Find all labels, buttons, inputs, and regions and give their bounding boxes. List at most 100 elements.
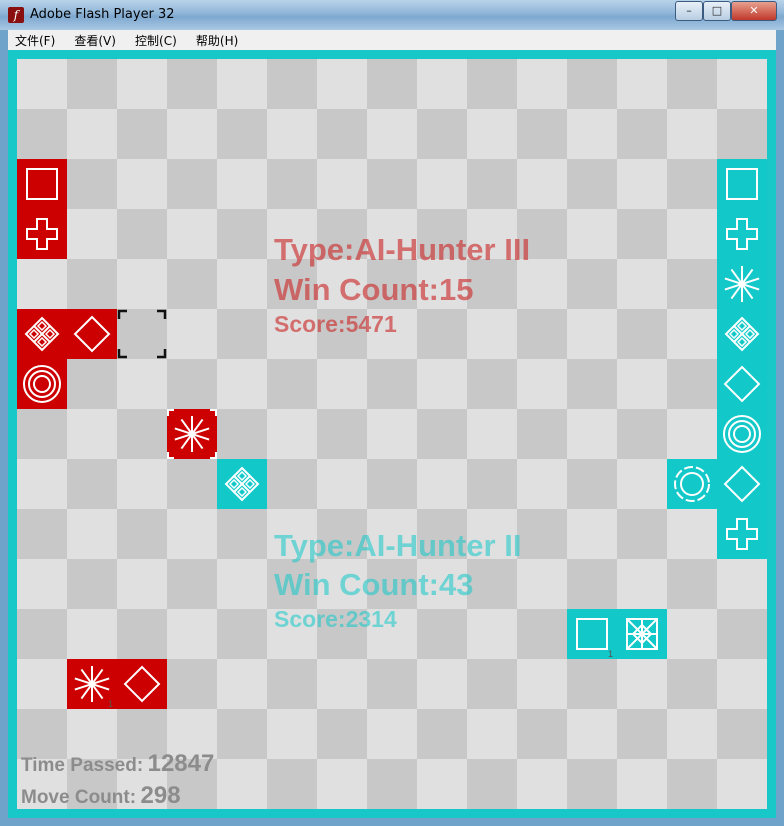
- board-cell[interactable]: [167, 209, 217, 259]
- board-cell[interactable]: [467, 659, 517, 709]
- board-cell[interactable]: [517, 759, 567, 809]
- red-piece[interactable]: [17, 159, 67, 209]
- board-cell[interactable]: [167, 609, 217, 659]
- board-cell[interactable]: [667, 609, 717, 659]
- board-cell[interactable]: [117, 459, 167, 509]
- minimize-button[interactable]: –: [675, 1, 703, 21]
- board-cell[interactable]: [567, 709, 617, 759]
- board-cell[interactable]: [367, 459, 417, 509]
- board-cell[interactable]: [517, 409, 567, 459]
- board-cell[interactable]: [317, 759, 367, 809]
- board-cell[interactable]: [317, 709, 367, 759]
- board-cell[interactable]: [517, 359, 567, 409]
- board-cell[interactable]: [17, 609, 67, 659]
- board-cell[interactable]: [17, 109, 67, 159]
- red-piece[interactable]: [17, 359, 67, 409]
- board-cell[interactable]: [617, 509, 667, 559]
- board-cell[interactable]: [117, 609, 167, 659]
- board-cell[interactable]: [317, 409, 367, 459]
- board-cell[interactable]: [67, 259, 117, 309]
- board-cell[interactable]: [217, 559, 267, 609]
- board-cell[interactable]: [517, 59, 567, 109]
- board-cell[interactable]: [567, 209, 617, 259]
- board-cell[interactable]: [467, 759, 517, 809]
- menu-help[interactable]: 帮助(H): [189, 31, 245, 51]
- board-cell[interactable]: [417, 109, 467, 159]
- board-cell[interactable]: [17, 409, 67, 459]
- board-cell[interactable]: [567, 359, 617, 409]
- board-cell[interactable]: [617, 659, 667, 709]
- board-cell[interactable]: [267, 709, 317, 759]
- board-cell[interactable]: [417, 59, 467, 109]
- board-cell[interactable]: [617, 159, 667, 209]
- board-cell[interactable]: [567, 759, 617, 809]
- board-cell[interactable]: [717, 759, 767, 809]
- board-cell[interactable]: [617, 309, 667, 359]
- board-cell[interactable]: [567, 109, 617, 159]
- board-cell[interactable]: [517, 659, 567, 709]
- board-cell[interactable]: [267, 409, 317, 459]
- board-cell[interactable]: [417, 459, 467, 509]
- board-cell[interactable]: [317, 659, 367, 709]
- board-cell[interactable]: [17, 459, 67, 509]
- cyan-piece[interactable]: [717, 209, 767, 259]
- board-cell[interactable]: [667, 559, 717, 609]
- red-piece[interactable]: 1: [67, 659, 117, 709]
- board-cell[interactable]: [267, 109, 317, 159]
- board-cell[interactable]: [217, 209, 267, 259]
- board-cell[interactable]: [467, 359, 517, 409]
- close-button[interactable]: ✕: [731, 1, 777, 21]
- board-cell[interactable]: [267, 459, 317, 509]
- board-cell[interactable]: [467, 109, 517, 159]
- cyan-piece[interactable]: [717, 409, 767, 459]
- board-cell[interactable]: [117, 559, 167, 609]
- board-cell[interactable]: [67, 459, 117, 509]
- cyan-piece[interactable]: [617, 609, 667, 659]
- board-cell[interactable]: [617, 59, 667, 109]
- board-cell[interactable]: [667, 659, 717, 709]
- board-cell[interactable]: [217, 759, 267, 809]
- board-cell[interactable]: [317, 359, 367, 409]
- board-cell[interactable]: [417, 709, 467, 759]
- red-piece[interactable]: [167, 409, 217, 459]
- board-cell[interactable]: [417, 309, 467, 359]
- board-cell[interactable]: [167, 509, 217, 559]
- board-cell[interactable]: [567, 309, 617, 359]
- red-piece[interactable]: [67, 309, 117, 359]
- board-cell[interactable]: [67, 209, 117, 259]
- board-cell[interactable]: [367, 159, 417, 209]
- board-cell[interactable]: [67, 109, 117, 159]
- menu-view[interactable]: 查看(V): [67, 31, 123, 51]
- board-cell[interactable]: [417, 659, 467, 709]
- board-cell[interactable]: [267, 159, 317, 209]
- board-cell[interactable]: [667, 259, 717, 309]
- board-cell[interactable]: [117, 59, 167, 109]
- board-cell[interactable]: [567, 59, 617, 109]
- board-cell[interactable]: [117, 259, 167, 309]
- board-cell[interactable]: [617, 409, 667, 459]
- red-piece[interactable]: [117, 659, 167, 709]
- board-cell[interactable]: [567, 159, 617, 209]
- board-cell[interactable]: [667, 759, 717, 809]
- board-cell[interactable]: [217, 509, 267, 559]
- board-cell[interactable]: [317, 459, 367, 509]
- menu-control[interactable]: 控制(C): [128, 31, 184, 51]
- board-cell[interactable]: [467, 159, 517, 209]
- board-cell[interactable]: [67, 159, 117, 209]
- board-cell[interactable]: [217, 59, 267, 109]
- board-cell[interactable]: [117, 409, 167, 459]
- board-cell[interactable]: [17, 509, 67, 559]
- board-cell[interactable]: [367, 109, 417, 159]
- board-cell[interactable]: [617, 559, 667, 609]
- board-cell[interactable]: [617, 459, 667, 509]
- board-cell[interactable]: [167, 659, 217, 709]
- board-cell[interactable]: [217, 709, 267, 759]
- maximize-button[interactable]: □: [703, 1, 731, 21]
- cyan-piece[interactable]: [717, 459, 767, 509]
- board-cell[interactable]: [567, 509, 617, 559]
- board-cell[interactable]: [667, 409, 717, 459]
- board-cell[interactable]: [667, 59, 717, 109]
- board-cell[interactable]: [667, 159, 717, 209]
- board-cell[interactable]: [467, 459, 517, 509]
- board-cell[interactable]: [417, 159, 467, 209]
